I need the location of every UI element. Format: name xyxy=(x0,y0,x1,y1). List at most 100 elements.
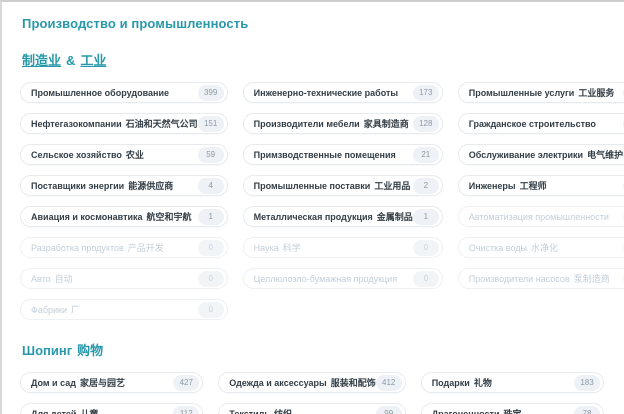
category-label-ru: Очистка воды xyxy=(469,243,527,253)
section-heading-link[interactable]: 工业 xyxy=(80,53,106,68)
category-pill[interactable]: Целлюлозло-бумажная продукция 0 xyxy=(243,268,443,289)
count-badge: 1 xyxy=(198,209,224,225)
category-grid: Дом и сад家居与园艺427Для детей儿童112Одежда и … xyxy=(20,372,604,414)
category-pill[interactable]: Нефтегазокомпании石油和天然气公司151 xyxy=(20,113,228,134)
category-label-zh: 金属制品 xyxy=(377,212,413,222)
category-label-zh: 自动 xyxy=(55,274,73,284)
category-column: Промышленные услуги工业服务172 Гражданское ст… xyxy=(458,82,624,289)
category-pill[interactable]: Поставщики энергии能源供应商4 xyxy=(20,175,228,196)
category-label: Примзводственные помещения xyxy=(254,150,396,160)
category-label: Одежда и аксессуары服装和配饰 xyxy=(229,376,375,389)
section-heading: 制造业&工业 xyxy=(22,50,604,69)
count-badge: 399 xyxy=(198,85,224,101)
count-badge: 99 xyxy=(376,406,402,414)
category-pill[interactable]: Инженеры工程师1 xyxy=(458,175,624,196)
category-pill[interactable]: Дом и сад家居与园艺427 xyxy=(20,372,203,393)
count-badge: 427 xyxy=(173,375,199,391)
count-badge: 412 xyxy=(376,375,402,391)
category-label-zh: 石油和天然气公司 xyxy=(126,119,198,129)
category-pill[interactable]: Подарки礼物183 xyxy=(421,372,604,393)
category-label-ru: Поставщики энергии xyxy=(31,181,124,191)
category-pill[interactable]: Промышленное оборудование 399 xyxy=(20,82,228,103)
category-pill[interactable]: Наука 科学 0 xyxy=(243,237,443,258)
category-label: Обслуживание электрики电气维护 xyxy=(469,148,623,161)
category-label-zh: 礼物 xyxy=(474,378,492,388)
category-column: Одежда и аксессуары服装和配饰412 Текстиль纺织 99 xyxy=(218,372,405,414)
count-badge: 0 xyxy=(198,302,224,318)
category-label-zh: 航空和宇航 xyxy=(147,212,192,222)
category-label-zh: 电气维护 xyxy=(587,150,623,160)
category-label: Для детей 儿童 xyxy=(31,407,98,414)
category-label-ru: Дом и сад xyxy=(31,378,76,388)
category-label: Производители мебели家具制造商 xyxy=(254,117,409,130)
category-pill[interactable]: Очистка воды水净化0 xyxy=(458,237,624,258)
count-badge: 0 xyxy=(413,240,439,256)
category-label-ru: Примзводственные помещения xyxy=(254,150,396,160)
category-pill[interactable]: Примзводственные помещения21 xyxy=(243,144,443,165)
count-badge: 78 xyxy=(574,406,600,414)
category-label: Металлическая продукция金属制品 xyxy=(254,210,413,223)
count-badge: 0 xyxy=(413,271,439,287)
category-column: Подарки礼物183Драгоценности珠宝78 xyxy=(421,372,604,414)
category-label-zh: 水净化 xyxy=(531,243,558,253)
category-label-ru: Инженерно-технические работы xyxy=(254,88,398,98)
category-label-ru: Для детей xyxy=(31,409,76,414)
category-label: Автоматизация промышленности xyxy=(469,212,609,222)
category-pill[interactable]: Авто自动 0 xyxy=(20,268,228,289)
category-label-ru: Целлюлозло-бумажная продукция xyxy=(254,274,397,284)
category-label-zh: 产品开发 xyxy=(128,243,164,253)
category-pill[interactable]: Автоматизация промышленности0 xyxy=(458,206,624,227)
category-pill[interactable]: Для детей儿童112 xyxy=(20,403,203,414)
category-pill[interactable]: Промышленные поставки工业用品2 xyxy=(243,175,443,196)
category-label: Разработка продуктов产品开发 xyxy=(31,241,164,254)
count-badge: 173 xyxy=(413,85,439,101)
count-badge: 0 xyxy=(198,271,224,287)
count-badge: 59 xyxy=(198,147,224,163)
category-label-zh: 农业 xyxy=(126,150,144,160)
category-pill[interactable]: Производители насосов泵制造商0 xyxy=(458,268,624,289)
category-pill[interactable]: Производители мебели家具制造商128 xyxy=(243,113,443,134)
category-label: Инженерно-технические работы xyxy=(254,88,398,98)
category-label: Поставщики энергии能源供应商 xyxy=(31,179,173,192)
category-label-ru: Производители насосов xyxy=(469,274,570,284)
count-badge: 183 xyxy=(574,375,600,391)
category-label: Авто自动 xyxy=(31,272,73,285)
category-pill[interactable]: Фабрики厂 0 xyxy=(20,299,228,320)
category-pill[interactable]: Драгоценности珠宝78 xyxy=(421,403,604,414)
category-pill[interactable]: Разработка продуктов产品开发0 xyxy=(20,237,228,258)
category-label-ru: Промышленные поставки xyxy=(254,181,371,191)
category-label-ru: Инженеры xyxy=(469,181,516,191)
category-label: Нефтегазокомпании石油和天然气公司 xyxy=(31,117,198,130)
category-label-ru: Драгоценности xyxy=(432,409,500,414)
category-column: Инженерно-технические работы 173 Производи… xyxy=(243,82,443,289)
category-pill[interactable]: Инженерно-технические работы 173 xyxy=(243,82,443,103)
category-label-zh: 科学 xyxy=(283,243,301,253)
category-label-ru: Наука xyxy=(254,243,279,253)
page-title: Производство и промышленность xyxy=(22,16,604,31)
category-pill[interactable]: Авиация и космонавтика航空和宇航1 xyxy=(20,206,228,227)
category-pill[interactable]: Сельское хозяйство 农业 59 xyxy=(20,144,228,165)
category-label: Промышленное оборудование xyxy=(31,88,169,98)
category-label-ru: Сельское хозяйство xyxy=(31,150,122,160)
category-label-zh: 儿童 xyxy=(80,409,98,414)
category-label-ru: Фабрики xyxy=(31,305,67,315)
category-label-ru: Автоматизация промышленности xyxy=(469,212,609,222)
section-shopping: Шопинг购物Дом и сад家居与园艺427Для детей儿童112О… xyxy=(20,340,604,414)
category-pill[interactable]: Промышленные услуги工业服务172 xyxy=(458,82,624,103)
category-pill[interactable]: Текстиль纺织 99 xyxy=(218,403,405,414)
category-pill[interactable]: Одежда и аксессуары服装和配饰412 xyxy=(218,372,405,393)
section-heading-text: Шопинг xyxy=(22,343,72,358)
category-label-ru: Производители мебели xyxy=(254,119,360,129)
category-label: Целлюлозло-бумажная продукция xyxy=(254,274,397,284)
category-label: Фабрики厂 xyxy=(31,303,80,316)
category-pill[interactable]: Обслуживание электрики电气维护8 xyxy=(458,144,624,165)
category-label: Текстиль纺织 xyxy=(229,407,292,414)
category-label-zh: 工业用品 xyxy=(374,181,410,191)
section-heading: Шопинг购物 xyxy=(22,340,604,359)
category-label: Инженеры 工程师 xyxy=(469,179,547,192)
section-heading-link[interactable]: 制造业 xyxy=(22,53,61,68)
category-label: Промышленные услуги工业服务 xyxy=(469,86,615,99)
category-pill[interactable]: Металлическая продукция金属制品1 xyxy=(243,206,443,227)
category-label-zh: 工程师 xyxy=(520,181,547,191)
category-pill[interactable]: Гражданское строительство68 xyxy=(458,113,624,134)
